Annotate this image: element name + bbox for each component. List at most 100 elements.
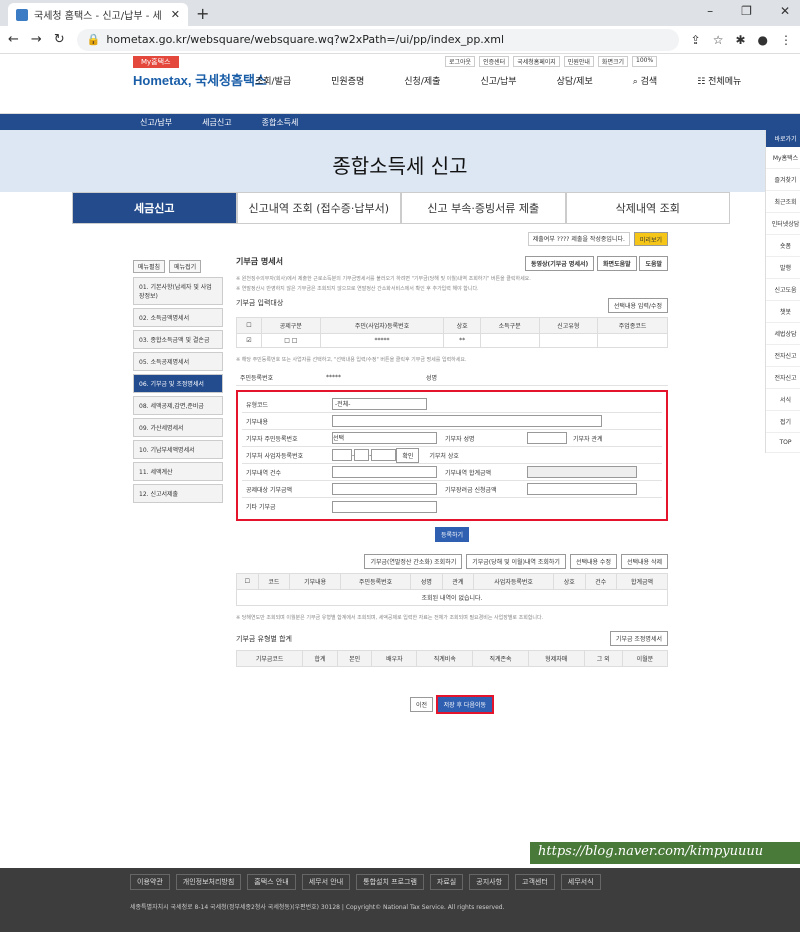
- url-field[interactable]: 🔒 hometax.go.kr/websquare/websquare.wq?w2…: [76, 28, 679, 51]
- simplified-lookup-button[interactable]: 기부금(연말정산 간소화) 조회하기: [364, 554, 463, 569]
- cert-link[interactable]: 인증센터: [479, 56, 510, 67]
- adjustment-button[interactable]: 기부금 조정명세서: [609, 631, 668, 646]
- sidebar-item[interactable]: 10. 기납부세액명세서: [133, 440, 223, 459]
- save-next-button[interactable]: 저장 후 다음이동: [435, 695, 495, 714]
- quick-item[interactable]: 챗봇: [766, 301, 800, 323]
- sidebar-item[interactable]: 09. 가산세명세서: [133, 418, 223, 437]
- quick-item[interactable]: 즐겨찾기: [766, 169, 800, 191]
- collapse-button[interactable]: 메뉴접기: [169, 260, 202, 273]
- preview-button[interactable]: 미리보기: [633, 232, 668, 246]
- quick-item[interactable]: 신고도움: [766, 279, 800, 301]
- close-window-icon[interactable]: ✕: [780, 4, 790, 18]
- row-checkbox[interactable]: ☑: [236, 333, 262, 348]
- forward-icon[interactable]: →: [31, 32, 42, 47]
- quick-item[interactable]: 전자신고: [766, 367, 800, 389]
- footer-link[interactable]: 이용약관: [130, 874, 170, 890]
- tab-tax-filing[interactable]: 세금신고: [72, 192, 237, 224]
- register-button[interactable]: 등록하기: [434, 527, 470, 542]
- donee-name-input[interactable]: [527, 432, 567, 444]
- select-all-checkbox[interactable]: ☐: [236, 573, 259, 590]
- sidebar-item[interactable]: 12. 신고서제출: [133, 484, 223, 503]
- sidebar-item[interactable]: 11. 세액계산: [133, 462, 223, 481]
- share-icon[interactable]: ⇪: [691, 33, 701, 47]
- logout-link[interactable]: 로그아웃: [445, 56, 476, 67]
- prev-button[interactable]: 이전: [409, 697, 434, 712]
- quick-item[interactable]: 숏폼: [766, 235, 800, 257]
- select-edit-button[interactable]: 선택내용 입력/수정: [607, 298, 668, 313]
- back-icon[interactable]: ←: [8, 32, 19, 47]
- profile-icon[interactable]: ●: [758, 33, 768, 47]
- browser-tab[interactable]: 국세청 홈택스 - 신고/납부 - 세 ✕: [8, 3, 188, 26]
- tab-attachments[interactable]: 신고 부속·증빙서류 제출: [401, 192, 566, 224]
- quick-item[interactable]: 발행: [766, 257, 800, 279]
- maximize-icon[interactable]: ❐: [741, 4, 752, 18]
- nav-item[interactable]: 신고/납부: [480, 74, 516, 87]
- search-icon[interactable]: ⌕ 검색: [633, 74, 657, 87]
- etc-input[interactable]: [332, 500, 437, 513]
- biz-no-3[interactable]: [371, 449, 397, 461]
- nav-item[interactable]: 민원증명: [331, 74, 364, 87]
- quick-item[interactable]: My홈택스: [766, 147, 800, 169]
- footer-link[interactable]: 세무서 안내: [301, 874, 351, 890]
- footer-link[interactable]: 홈택스 안내: [247, 874, 296, 890]
- sidebar-item[interactable]: 01. 기본사항(납세자 및 사업장정보): [133, 277, 223, 305]
- top-button[interactable]: TOP: [766, 433, 800, 453]
- quick-item[interactable]: 최근조회: [766, 191, 800, 213]
- nts-link[interactable]: 국세청홈페이지: [513, 56, 560, 67]
- footer-link[interactable]: 자료실: [429, 874, 464, 890]
- logo[interactable]: Hometax, 국세청홈택스: [133, 70, 267, 89]
- reload-icon[interactable]: ↻: [54, 32, 65, 47]
- donee-id-select[interactable]: 선택: [332, 432, 437, 444]
- nav-item[interactable]: 상담/제보: [557, 74, 593, 87]
- video-button[interactable]: 동영상(기부금 명세서): [524, 256, 595, 271]
- col-header: 기부금코드: [235, 650, 304, 667]
- quick-item[interactable]: 인터넷상담: [766, 213, 800, 235]
- biz-no-1[interactable]: [332, 449, 352, 461]
- breadcrumb-item[interactable]: 신고/납부: [140, 117, 172, 128]
- my-hometax-button[interactable]: My홈택스: [133, 56, 179, 68]
- carryover-lookup-button[interactable]: 기부금(당해 및 이월)내역 조회하기: [466, 554, 566, 569]
- footer-link[interactable]: 공지사항: [469, 874, 510, 890]
- count-input[interactable]: [332, 466, 437, 478]
- menu-icon[interactable]: ☷ 전체메뉴: [697, 74, 741, 87]
- help-button[interactable]: 도움말: [639, 256, 668, 271]
- sidebar-item-active[interactable]: 06. 기부금 및 조정명세서: [133, 374, 223, 393]
- select-all-checkbox[interactable]: ☐: [236, 317, 262, 334]
- biz-no-2[interactable]: [354, 449, 370, 461]
- breadcrumb-item[interactable]: 세금신고: [202, 117, 231, 128]
- tab-history[interactable]: 신고내역 조회 (접수증·납부서): [236, 192, 401, 224]
- tab-deleted[interactable]: 삭제내역 조회: [565, 192, 730, 224]
- star-icon[interactable]: ☆: [713, 33, 724, 47]
- guide-link[interactable]: 민원안내: [563, 56, 594, 67]
- nav-item[interactable]: 조회/발급: [255, 74, 291, 87]
- sidebar-item[interactable]: 05. 소득공제명세서: [133, 352, 223, 371]
- minimize-icon[interactable]: –: [707, 4, 713, 18]
- quick-item[interactable]: 전자신고: [766, 345, 800, 367]
- delete-selected-button[interactable]: 선택내용 삭제: [620, 554, 668, 569]
- kebab-icon[interactable]: ⋮: [780, 33, 792, 47]
- sidebar-item[interactable]: 03. 종합소득금액 및 결손금: [133, 330, 223, 349]
- quick-item[interactable]: 서식: [766, 389, 800, 411]
- edit-selected-button[interactable]: 선택내용 수정: [569, 554, 617, 569]
- incentive-input[interactable]: [527, 483, 637, 495]
- footer-link[interactable]: 통합설치 프로그램: [356, 874, 424, 890]
- type-code-select[interactable]: -전체-: [332, 398, 427, 410]
- new-tab-icon[interactable]: +: [196, 4, 209, 23]
- breadcrumb-item[interactable]: 종합소득세: [262, 117, 299, 128]
- close-icon[interactable]: ✕: [171, 8, 180, 21]
- nav-item[interactable]: 신청/제출: [404, 74, 440, 87]
- extension-icon[interactable]: ✱: [735, 33, 745, 47]
- quick-item[interactable]: 접기: [766, 411, 800, 433]
- quick-item[interactable]: 세법상담: [766, 323, 800, 345]
- footer-link[interactable]: 개인정보처리방침: [175, 874, 242, 890]
- footer-link[interactable]: 고객센터: [515, 874, 555, 890]
- confirm-button[interactable]: 확인: [396, 447, 420, 463]
- expand-button[interactable]: 메뉴펼침: [133, 260, 166, 273]
- footer-link[interactable]: 세무서식: [560, 874, 601, 890]
- sidebar-item[interactable]: 02. 소득금액명세서: [133, 308, 223, 327]
- zoom-select[interactable]: 100%: [632, 56, 658, 67]
- content-input[interactable]: [332, 415, 602, 427]
- sidebar-item[interactable]: 08. 세액공제,감면,준비금: [133, 396, 223, 415]
- deduct-input[interactable]: [332, 483, 437, 495]
- screen-help-button[interactable]: 화면도움말: [597, 256, 637, 271]
